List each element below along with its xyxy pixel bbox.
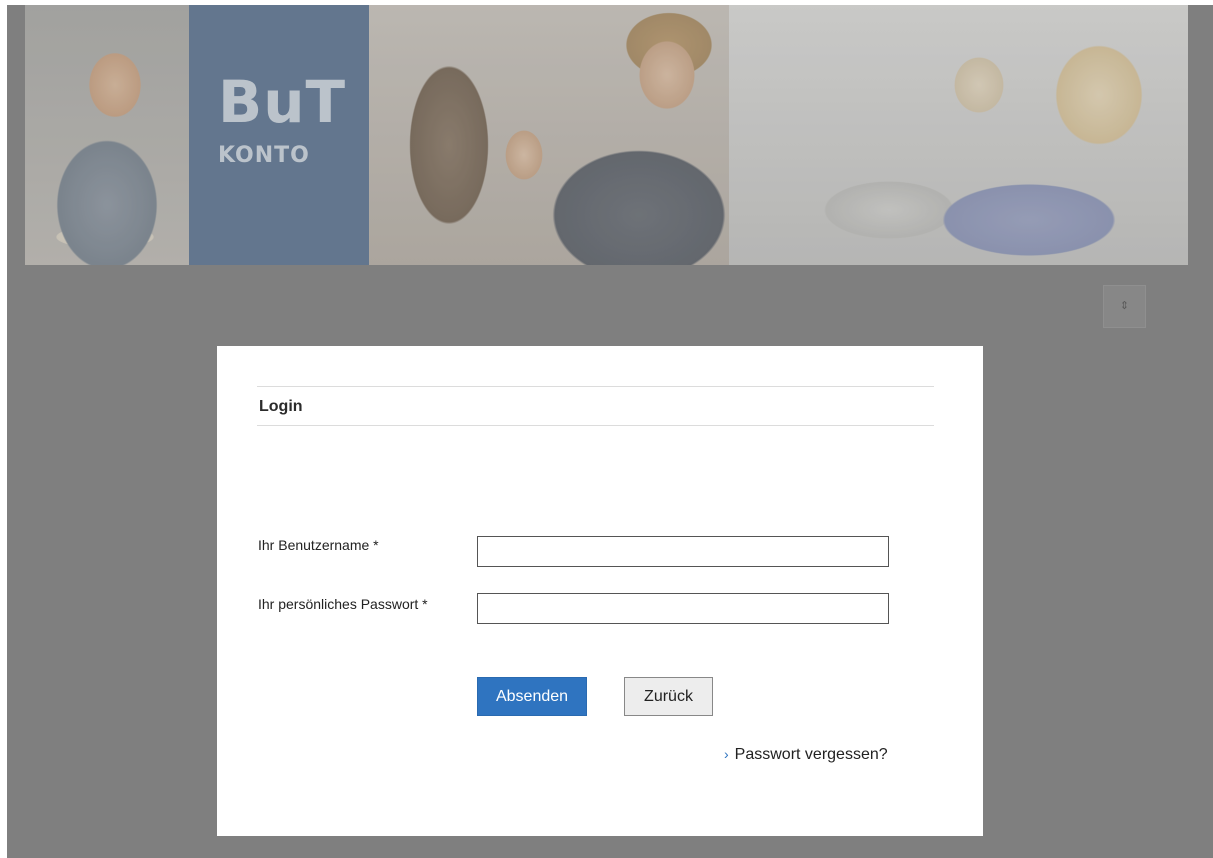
username-label: Ihr Benutzername * [258, 537, 379, 553]
divider [257, 425, 934, 426]
dialog-title: Login [259, 398, 303, 415]
forgot-password-link[interactable]: › Passwort vergessen? [724, 746, 888, 764]
scroll-icon: ⇕ [1119, 300, 1130, 312]
banner-dim-veil [25, 5, 1188, 265]
forgot-password-label: Passwort vergessen? [734, 746, 888, 763]
username-field[interactable] [477, 536, 889, 567]
divider [257, 386, 934, 387]
submit-button[interactable]: Absenden [477, 677, 587, 716]
password-field[interactable] [477, 593, 889, 624]
back-button[interactable]: Zurück [624, 677, 713, 716]
password-label: Ihr persönliches Passwort * [258, 596, 428, 612]
scroll-toggle-button[interactable]: ⇕ [1103, 285, 1146, 328]
chevron-right-icon: › [724, 746, 729, 762]
login-dialog: Login Ihr Benutzername * Ihr persönliche… [217, 346, 983, 836]
header-banner: BuT KONTO [25, 5, 1188, 265]
